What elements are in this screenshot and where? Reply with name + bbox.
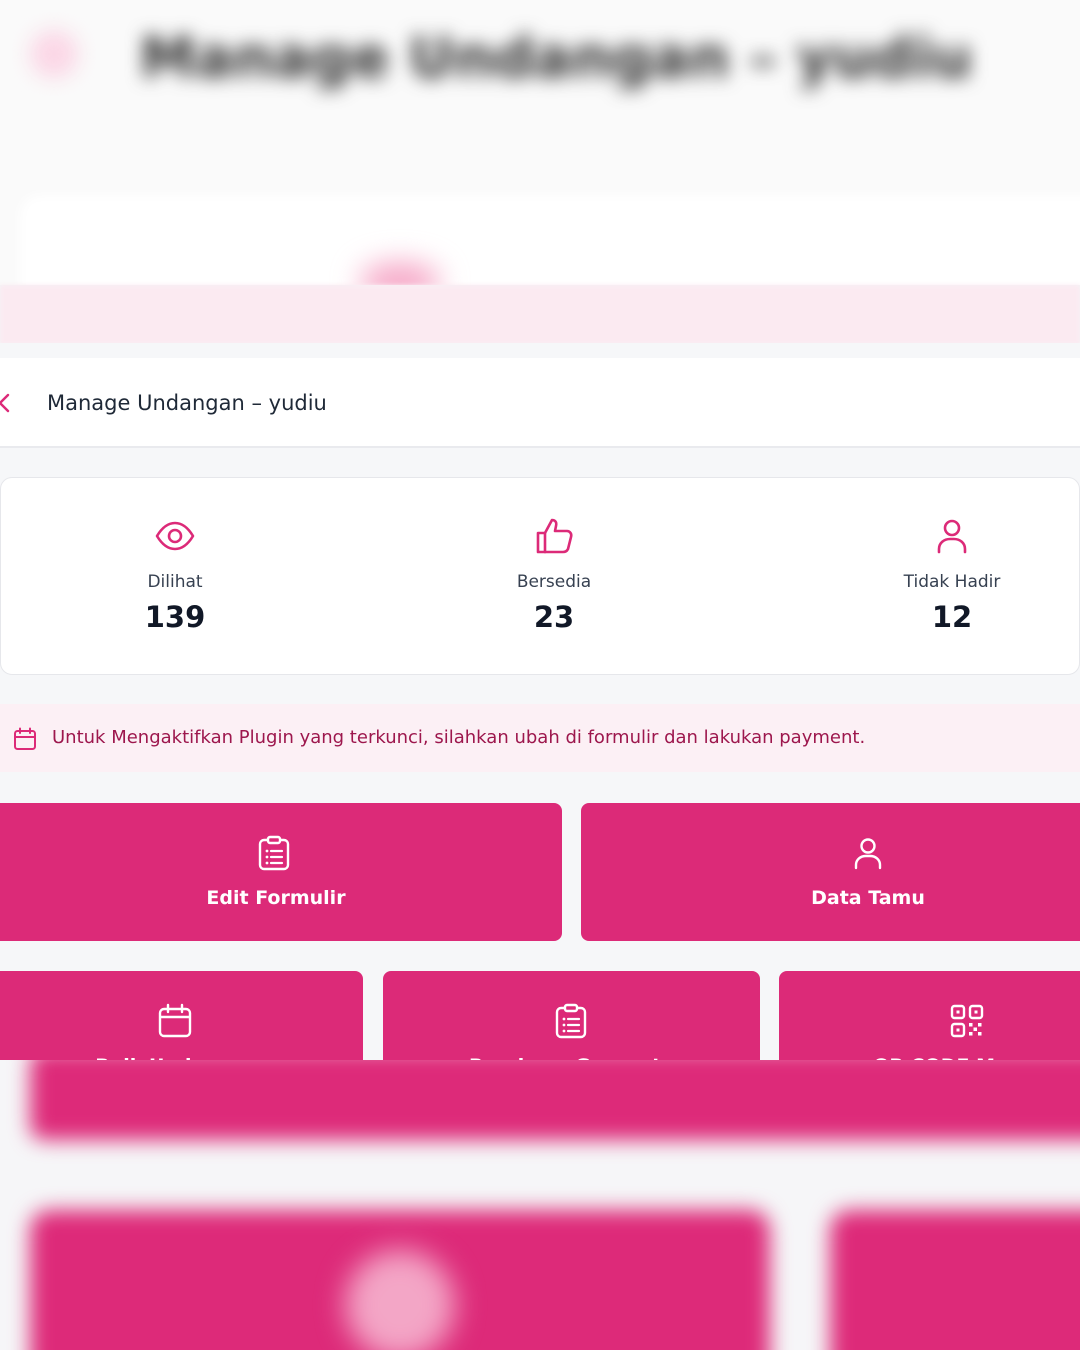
stat-label: Tidak Hadir <box>903 572 1001 592</box>
rundown-generate-button[interactable]: Rundown Generate <box>383 971 760 1065</box>
blurred-button-right <box>830 1210 1080 1350</box>
calendar-icon <box>13 727 37 751</box>
page-title: Manage Undangan – yudiu <box>47 391 327 415</box>
stat-bersedia: Bersedia 23 <box>454 478 654 676</box>
bulk-undangan-button[interactable]: Bulk Undangan <box>0 971 363 1065</box>
stat-value: 139 <box>144 600 206 634</box>
eye-icon <box>155 516 195 556</box>
page-header: Manage Undangan – yudiu <box>0 358 1080 448</box>
data-tamu-button[interactable]: Data Tamu <box>581 803 1080 941</box>
edit-formulir-button[interactable]: Edit Formulir <box>0 803 562 941</box>
blurred-button-row <box>30 1060 1080 1140</box>
stats-card: Dilihat 139 Bersedia 23 Tidak Hadir 12 <box>0 477 1080 675</box>
qr-code-icon <box>949 1003 985 1039</box>
plugin-notice: Untuk Mengaktifkan Plugin yang terkunci,… <box>0 704 1080 772</box>
blurred-button-icon <box>345 1250 455 1350</box>
blurred-back-icon <box>30 30 78 78</box>
blurred-background-top: Manage Undangan – yudiu <box>0 0 1080 285</box>
clipboard-list-icon <box>256 835 292 871</box>
stat-value: 12 <box>931 600 973 634</box>
blurred-stats-card <box>20 195 1080 285</box>
stat-dilihat: Dilihat 139 <box>75 478 275 676</box>
clipboard-list-icon <box>553 1003 589 1039</box>
back-chevron-icon[interactable] <box>0 392 12 414</box>
calendar-icon <box>157 1003 193 1039</box>
qr-code-manage-button[interactable]: QR CODE Manage <box>779 971 1080 1065</box>
user-icon <box>850 835 886 871</box>
blurred-background-bottom <box>0 1060 1080 1350</box>
button-label: Data Tamu <box>811 887 925 909</box>
notice-text: Untuk Mengaktifkan Plugin yang terkunci,… <box>52 727 866 748</box>
blurred-notice-strip <box>0 285 1080 345</box>
blurred-page-title: Manage Undangan – yudiu <box>140 26 973 91</box>
thumbs-up-icon <box>534 516 574 556</box>
user-icon <box>932 516 972 556</box>
stat-tidak-hadir: Tidak Hadir 12 <box>852 478 1052 676</box>
button-label: Edit Formulir <box>206 887 346 909</box>
stat-value: 23 <box>533 600 575 634</box>
app-screen: Manage Undangan – yudiu Dilihat 139 Bers… <box>0 343 1080 1065</box>
stat-label: Dilihat <box>147 572 203 592</box>
stat-label: Bersedia <box>516 572 592 592</box>
